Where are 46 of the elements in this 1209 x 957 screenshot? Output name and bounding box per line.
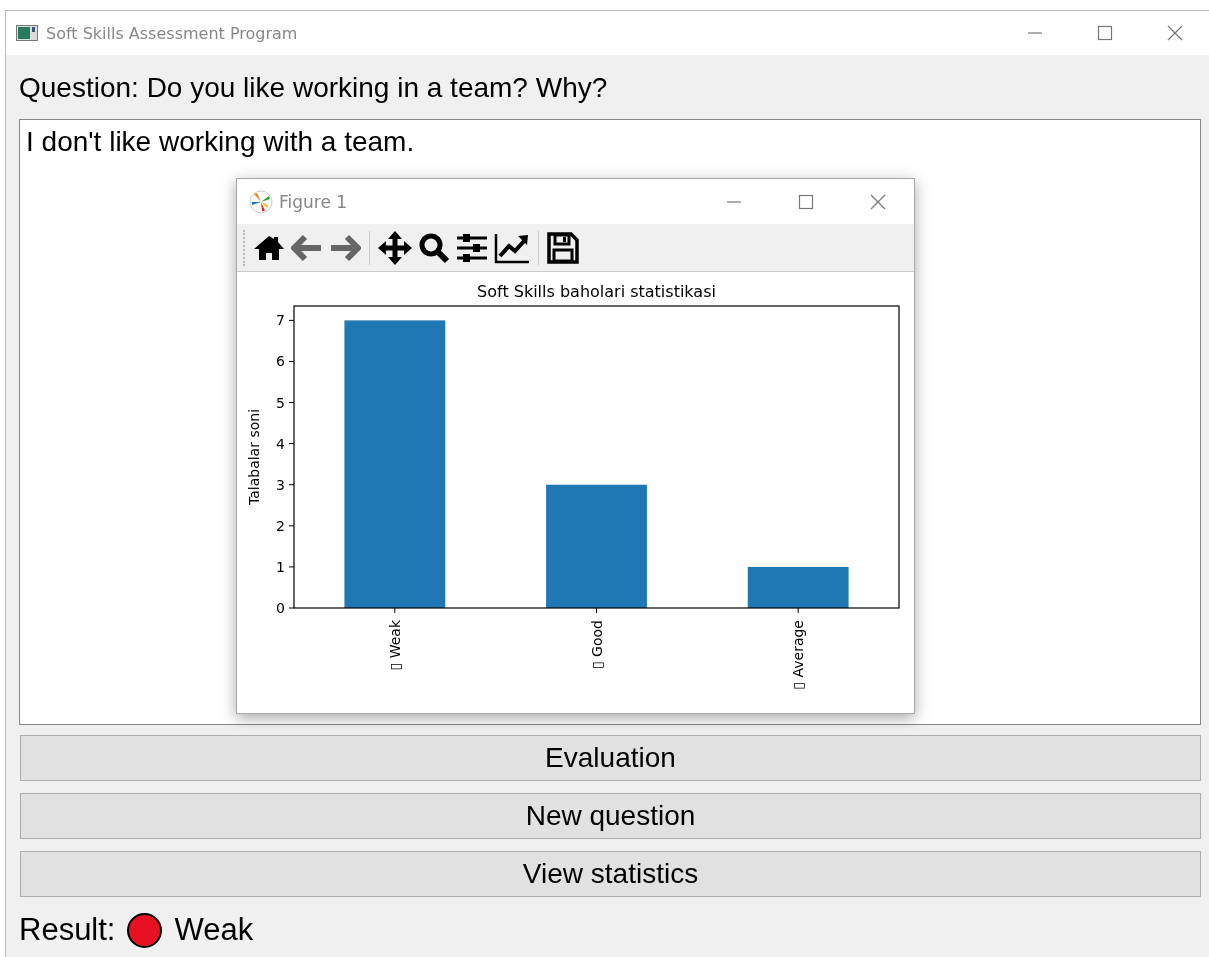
save-icon[interactable] (547, 231, 579, 264)
new-question-button[interactable]: New question (20, 793, 1201, 839)
x-tick-label: ▯ Average (790, 620, 807, 690)
forward-arrow-icon[interactable] (329, 233, 361, 262)
y-tick (288, 443, 295, 445)
question-label: Question: Do you like working in a team? Why? (19, 71, 609, 105)
x-tick (596, 607, 597, 614)
y-tick (288, 607, 295, 609)
result-label: Result: (19, 912, 116, 948)
y-tick-label: 6 (276, 353, 285, 370)
x-tick (394, 607, 396, 614)
y-tick-label: 3 (276, 476, 285, 493)
result-value: Weak (174, 912, 254, 948)
y-tick (288, 402, 295, 404)
y-tick-label: 4 (276, 435, 285, 452)
close-icon[interactable] (870, 193, 886, 210)
y-tick-label: 1 (276, 558, 285, 575)
app-icon (16, 25, 38, 41)
line-chart-icon[interactable] (494, 231, 530, 264)
window-title: Figure 1 (279, 191, 349, 212)
back-arrow-icon[interactable] (291, 233, 323, 262)
x-tick (797, 607, 799, 614)
y-tick (288, 566, 295, 568)
evaluation-button[interactable]: Evaluation (20, 735, 1201, 781)
window-title: Soft Skills Assessment Program (46, 23, 299, 43)
y-tick-label: 2 (276, 517, 285, 534)
y-tick-label: 7 (276, 312, 285, 329)
y-axis-label: Talabalar soni (246, 409, 262, 505)
maximize-icon[interactable] (1097, 25, 1113, 41)
sliders-icon[interactable] (456, 232, 488, 263)
move-icon[interactable] (378, 230, 412, 265)
view-statistics-button[interactable]: View statistics (20, 851, 1201, 897)
y-tick (288, 360, 295, 362)
close-icon[interactable] (1167, 25, 1183, 41)
x-tick-label: ▯ Good (588, 620, 605, 670)
y-tick (288, 484, 295, 486)
logo-icon (249, 189, 273, 214)
y-tick (288, 319, 295, 321)
maximize-icon[interactable] (798, 193, 814, 210)
zoom-icon[interactable] (418, 231, 450, 264)
x-tick-label: ▯ Weak (386, 620, 403, 671)
y-tick-label: 0 (276, 600, 285, 616)
chart-title: Soft Skills baholari statistikasi (477, 282, 716, 301)
home-icon[interactable] (253, 233, 285, 262)
y-tick (288, 525, 295, 527)
y-tick-label: 5 (276, 394, 285, 411)
